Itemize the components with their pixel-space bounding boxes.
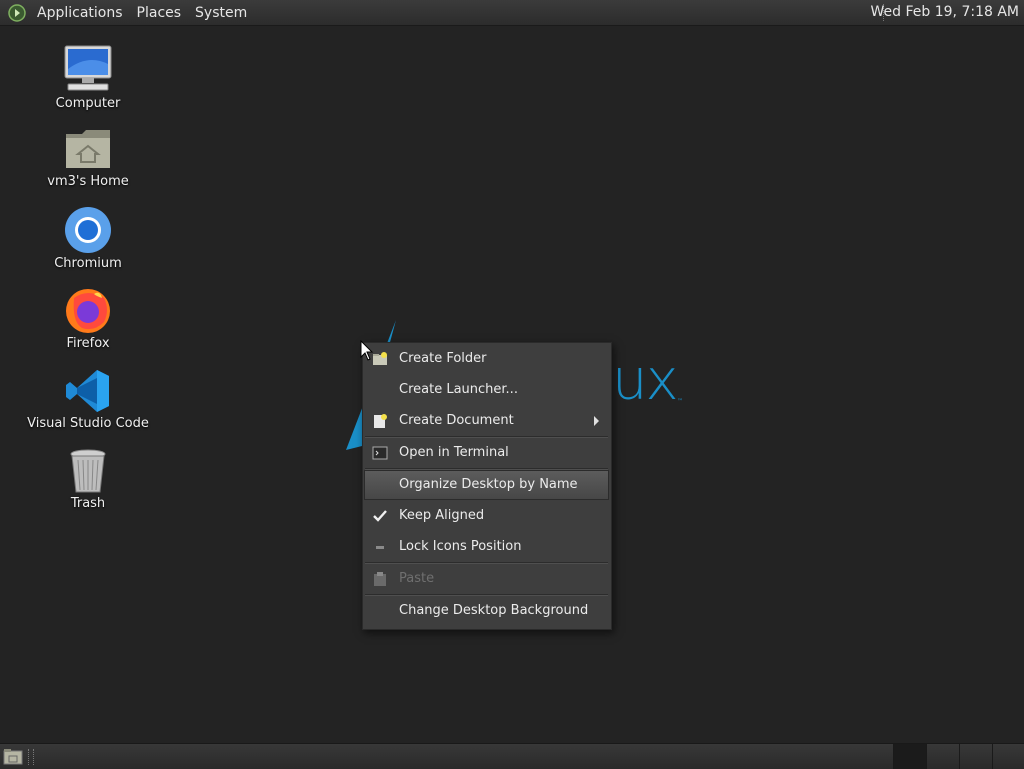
desktop-icon-computer[interactable]: Computer bbox=[20, 44, 156, 111]
menu-item-keep-aligned[interactable]: Keep Aligned bbox=[364, 501, 609, 531]
desktop-icon-label: Computer bbox=[55, 96, 121, 111]
checkmark-icon bbox=[373, 510, 387, 522]
menu-item-create-document[interactable]: Create Document bbox=[364, 406, 609, 436]
top-panel: Applications Places System Wed Feb 19, 7… bbox=[0, 0, 1024, 26]
desktop-icon-label: Chromium bbox=[54, 256, 122, 271]
system-menu[interactable]: System bbox=[188, 5, 254, 21]
desktop-icon-label: Visual Studio Code bbox=[27, 416, 149, 431]
trash-icon bbox=[70, 449, 106, 493]
new-document-icon bbox=[374, 414, 387, 428]
new-folder-icon bbox=[373, 352, 387, 365]
desktop-icon-chromium[interactable]: Chromium bbox=[20, 206, 156, 271]
menu-item-change-background[interactable]: Change Desktop Background bbox=[364, 596, 609, 626]
menu-item-paste: Paste bbox=[364, 564, 609, 594]
workspace-1[interactable] bbox=[893, 744, 927, 769]
wallpaper-trademark: ™ bbox=[677, 398, 683, 405]
desktop-icon-trash[interactable]: Trash bbox=[20, 448, 156, 511]
menu-item-lock-icons[interactable]: Lock Icons Position bbox=[364, 532, 609, 562]
menu-item-open-terminal[interactable]: Open in Terminal bbox=[364, 438, 609, 468]
menu-item-organize-desktop[interactable]: Organize Desktop by Name bbox=[364, 470, 609, 500]
clock[interactable]: Wed Feb 19, 7:18 AM bbox=[871, 0, 1019, 25]
desktop-icon-vscode[interactable]: Visual Studio Code bbox=[20, 368, 156, 431]
workspace-2[interactable] bbox=[926, 744, 960, 769]
workspace-3[interactable] bbox=[959, 744, 993, 769]
mate-menu-icon[interactable] bbox=[8, 3, 26, 22]
workspace-4[interactable] bbox=[992, 744, 1024, 769]
panel-handle[interactable] bbox=[28, 749, 34, 765]
desktop-icon-home[interactable]: vm3's Home bbox=[20, 126, 156, 189]
vscode-icon bbox=[66, 370, 109, 412]
bottom-panel bbox=[0, 743, 1024, 769]
desktop-context-menu: Create Folder Create Launcher... Create … bbox=[362, 342, 612, 630]
mouse-cursor-icon bbox=[360, 340, 374, 361]
desktop-icon-label: Trash bbox=[70, 496, 106, 511]
show-desktop-icon[interactable] bbox=[3, 748, 23, 765]
desktop-icon-firefox[interactable]: Firefox bbox=[20, 286, 156, 351]
home-folder-icon bbox=[66, 130, 110, 168]
lock-dash-icon bbox=[376, 546, 384, 549]
wallpaper-logo-text: ux bbox=[612, 348, 679, 413]
paste-icon bbox=[374, 572, 386, 586]
desktop-icon-label: Firefox bbox=[66, 336, 110, 351]
submenu-arrow-icon bbox=[594, 416, 599, 426]
menu-item-create-folder[interactable]: Create Folder bbox=[364, 344, 609, 374]
computer-icon bbox=[64, 45, 112, 91]
chromium-icon bbox=[65, 207, 111, 253]
menu-item-create-launcher[interactable]: Create Launcher... bbox=[364, 375, 609, 405]
terminal-icon bbox=[372, 446, 388, 460]
firefox-icon bbox=[66, 289, 110, 333]
places-menu[interactable]: Places bbox=[130, 5, 189, 21]
applications-menu[interactable]: Applications bbox=[30, 5, 130, 21]
desktop-icon-label: vm3's Home bbox=[47, 174, 129, 189]
